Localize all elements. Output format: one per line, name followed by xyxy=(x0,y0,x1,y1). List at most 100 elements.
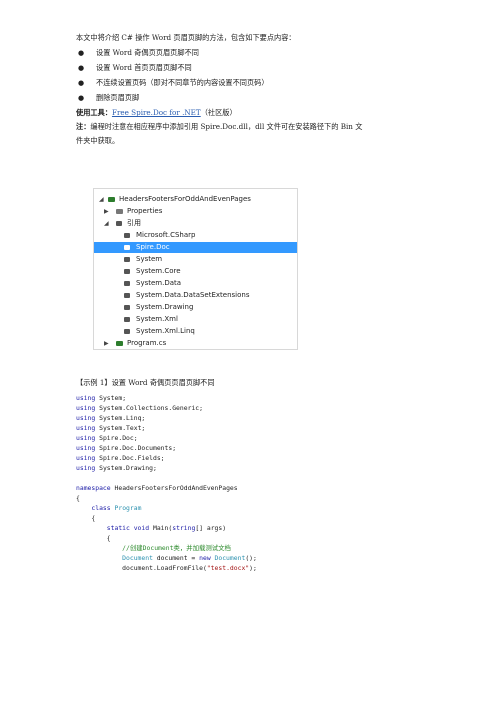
keyword: new xyxy=(199,554,211,562)
keyword: static void xyxy=(106,524,150,532)
bullet-icon: ● xyxy=(78,49,85,57)
code-block: using System; using System.Collections.Ge… xyxy=(76,393,257,573)
code-line: using Spire.Doc.Documents; xyxy=(76,443,257,453)
tools-suffix: （社区版） xyxy=(200,108,237,117)
code-text: { xyxy=(106,534,111,542)
code-line: namespace HeadersFootersForOddAndEvenPag… xyxy=(76,483,257,493)
keyword: using xyxy=(76,464,96,472)
reference-item[interactable]: System.Drawing xyxy=(94,302,297,313)
code-line: { xyxy=(76,513,257,523)
reference-item[interactable]: System xyxy=(94,254,297,265)
intro-line: 本文中将介绍 C# 操作 Word 页眉页脚的方法，包含如下要点内容： xyxy=(76,33,296,42)
tree-project[interactable]: ◢ HeadersFootersForOddAndEvenPages xyxy=(94,194,297,205)
code-line: using Spire.Doc.Fields; xyxy=(76,453,257,463)
reference-label: System.Xml xyxy=(136,315,178,323)
reference-label: System xyxy=(136,255,163,263)
keyword: using xyxy=(76,394,96,402)
code-line: using System.Collections.Generic; xyxy=(76,403,257,413)
bullet-icon: ● xyxy=(78,64,85,72)
program-file-label: Program.cs xyxy=(127,339,167,347)
collapse-icon[interactable]: ◢ xyxy=(99,194,104,205)
note-text-1: 编程时注意在相应程序中添加引用 Spire.Doc.dll，dll 文件可在安装… xyxy=(90,122,363,131)
note-line-1: 注：编程时注意在相应程序中添加引用 Spire.Doc.dll，dll 文件可在… xyxy=(76,122,362,132)
reference-item[interactable]: System.Data.DataSetExtensions xyxy=(94,290,297,301)
code-text: document = xyxy=(152,554,200,562)
code-line: using System.Text; xyxy=(76,423,257,433)
reference-label: System.Xml.Linq xyxy=(136,327,195,335)
bullet-text: 设置 Word 首页页眉页脚不同 xyxy=(96,63,192,72)
code-text: Spire.Doc.Documents; xyxy=(99,444,177,452)
keyword: string xyxy=(172,524,196,532)
tree-properties[interactable]: ▶ Properties xyxy=(94,206,297,217)
reference-label: System.Core xyxy=(136,267,181,275)
code-text: System.Linq; xyxy=(99,414,146,422)
code-line: Document document = new Document(); xyxy=(76,553,257,563)
bullet-text: 删除页眉页脚 xyxy=(96,93,140,102)
example-heading: 【示例 1】设置 Word 奇偶页页眉页脚不同 xyxy=(76,378,215,387)
reference-item[interactable]: System.Xml xyxy=(94,314,297,325)
csharp-file-icon xyxy=(116,341,123,346)
reference-label: Microsoft.CSharp xyxy=(136,231,196,239)
code-text: System.Drawing; xyxy=(99,464,157,472)
project-name: HeadersFootersForOddAndEvenPages xyxy=(119,195,251,203)
code-text: (); xyxy=(245,554,257,562)
code-text: System; xyxy=(99,394,127,402)
code-text: Main( xyxy=(152,524,173,532)
bullet-text: 不连续设置页码（即对不同章节的内容设置不同页码） xyxy=(96,78,269,87)
solution-explorer: ◢ HeadersFootersForOddAndEvenPages ▶ Pro… xyxy=(93,188,298,350)
assembly-icon xyxy=(124,317,130,322)
reference-item-selected[interactable]: Spire.Doc xyxy=(94,242,297,253)
reference-item[interactable]: System.Xml.Linq xyxy=(94,326,297,337)
bullet-icon: ● xyxy=(78,79,85,87)
code-text: HeadersFootersForOddAndEvenPages xyxy=(114,484,238,492)
reference-label: System.Data.DataSetExtensions xyxy=(136,291,250,299)
string-literal: "test.docx" xyxy=(206,564,250,572)
wrench-icon xyxy=(116,209,123,214)
assembly-icon xyxy=(124,329,130,334)
tools-label: 使用工具： xyxy=(76,108,112,117)
keyword: using xyxy=(76,424,96,432)
references-icon xyxy=(116,221,122,226)
project-icon xyxy=(108,197,115,202)
code-comment: //创建Document类，并加载测试文档 xyxy=(122,544,231,552)
tree-references[interactable]: ◢ 引用 xyxy=(94,218,297,229)
keyword: using xyxy=(76,404,96,412)
reference-item[interactable]: System.Data xyxy=(94,278,297,289)
type-name: Document xyxy=(122,554,153,562)
code-line: document.LoadFromFile("test.docx"); xyxy=(76,563,257,573)
assembly-icon xyxy=(124,305,130,310)
reference-label: System.Drawing xyxy=(136,303,194,311)
code-line: { xyxy=(76,494,80,502)
keyword: using xyxy=(76,444,96,452)
properties-label: Properties xyxy=(127,207,163,215)
type-name: Document xyxy=(210,554,246,562)
expand-icon[interactable]: ▶ xyxy=(104,206,109,217)
code-text: [] args) xyxy=(195,524,227,532)
collapse-icon[interactable]: ◢ xyxy=(104,218,109,229)
reference-item[interactable]: Microsoft.CSharp xyxy=(94,230,297,241)
tree-program-file[interactable]: ▶ Program.cs xyxy=(94,338,297,349)
assembly-icon xyxy=(124,281,130,286)
code-text: Spire.Doc.Fields; xyxy=(99,454,165,462)
bullet-icon: ● xyxy=(78,94,85,102)
assembly-icon xyxy=(124,293,130,298)
code-line: using System; xyxy=(76,393,257,403)
expand-icon[interactable]: ▶ xyxy=(104,338,109,349)
tools-line: 使用工具：Free Spire.Doc for .NET（社区版） xyxy=(76,108,237,118)
type-name: Program xyxy=(114,504,142,512)
tools-link[interactable]: Free Spire.Doc for .NET xyxy=(112,108,201,117)
code-text: ); xyxy=(249,564,257,572)
code-text: Spire.Doc; xyxy=(99,434,138,442)
keyword: using xyxy=(76,434,96,442)
note-label: 注： xyxy=(76,122,91,131)
keyword: using xyxy=(76,454,96,462)
reference-item[interactable]: System.Core xyxy=(94,266,297,277)
keyword: using xyxy=(76,414,96,422)
code-line: using Spire.Doc; xyxy=(76,433,257,443)
code-line: class Program xyxy=(76,503,257,513)
bullet-text: 设置 Word 奇偶页页眉页脚不同 xyxy=(96,48,199,57)
code-line: using System.Drawing; xyxy=(76,463,257,473)
code-text: System.Text; xyxy=(99,424,146,432)
code-line: static void Main(string[] args) xyxy=(76,523,257,533)
note-line-2: 件夹中获取。 xyxy=(76,136,120,145)
